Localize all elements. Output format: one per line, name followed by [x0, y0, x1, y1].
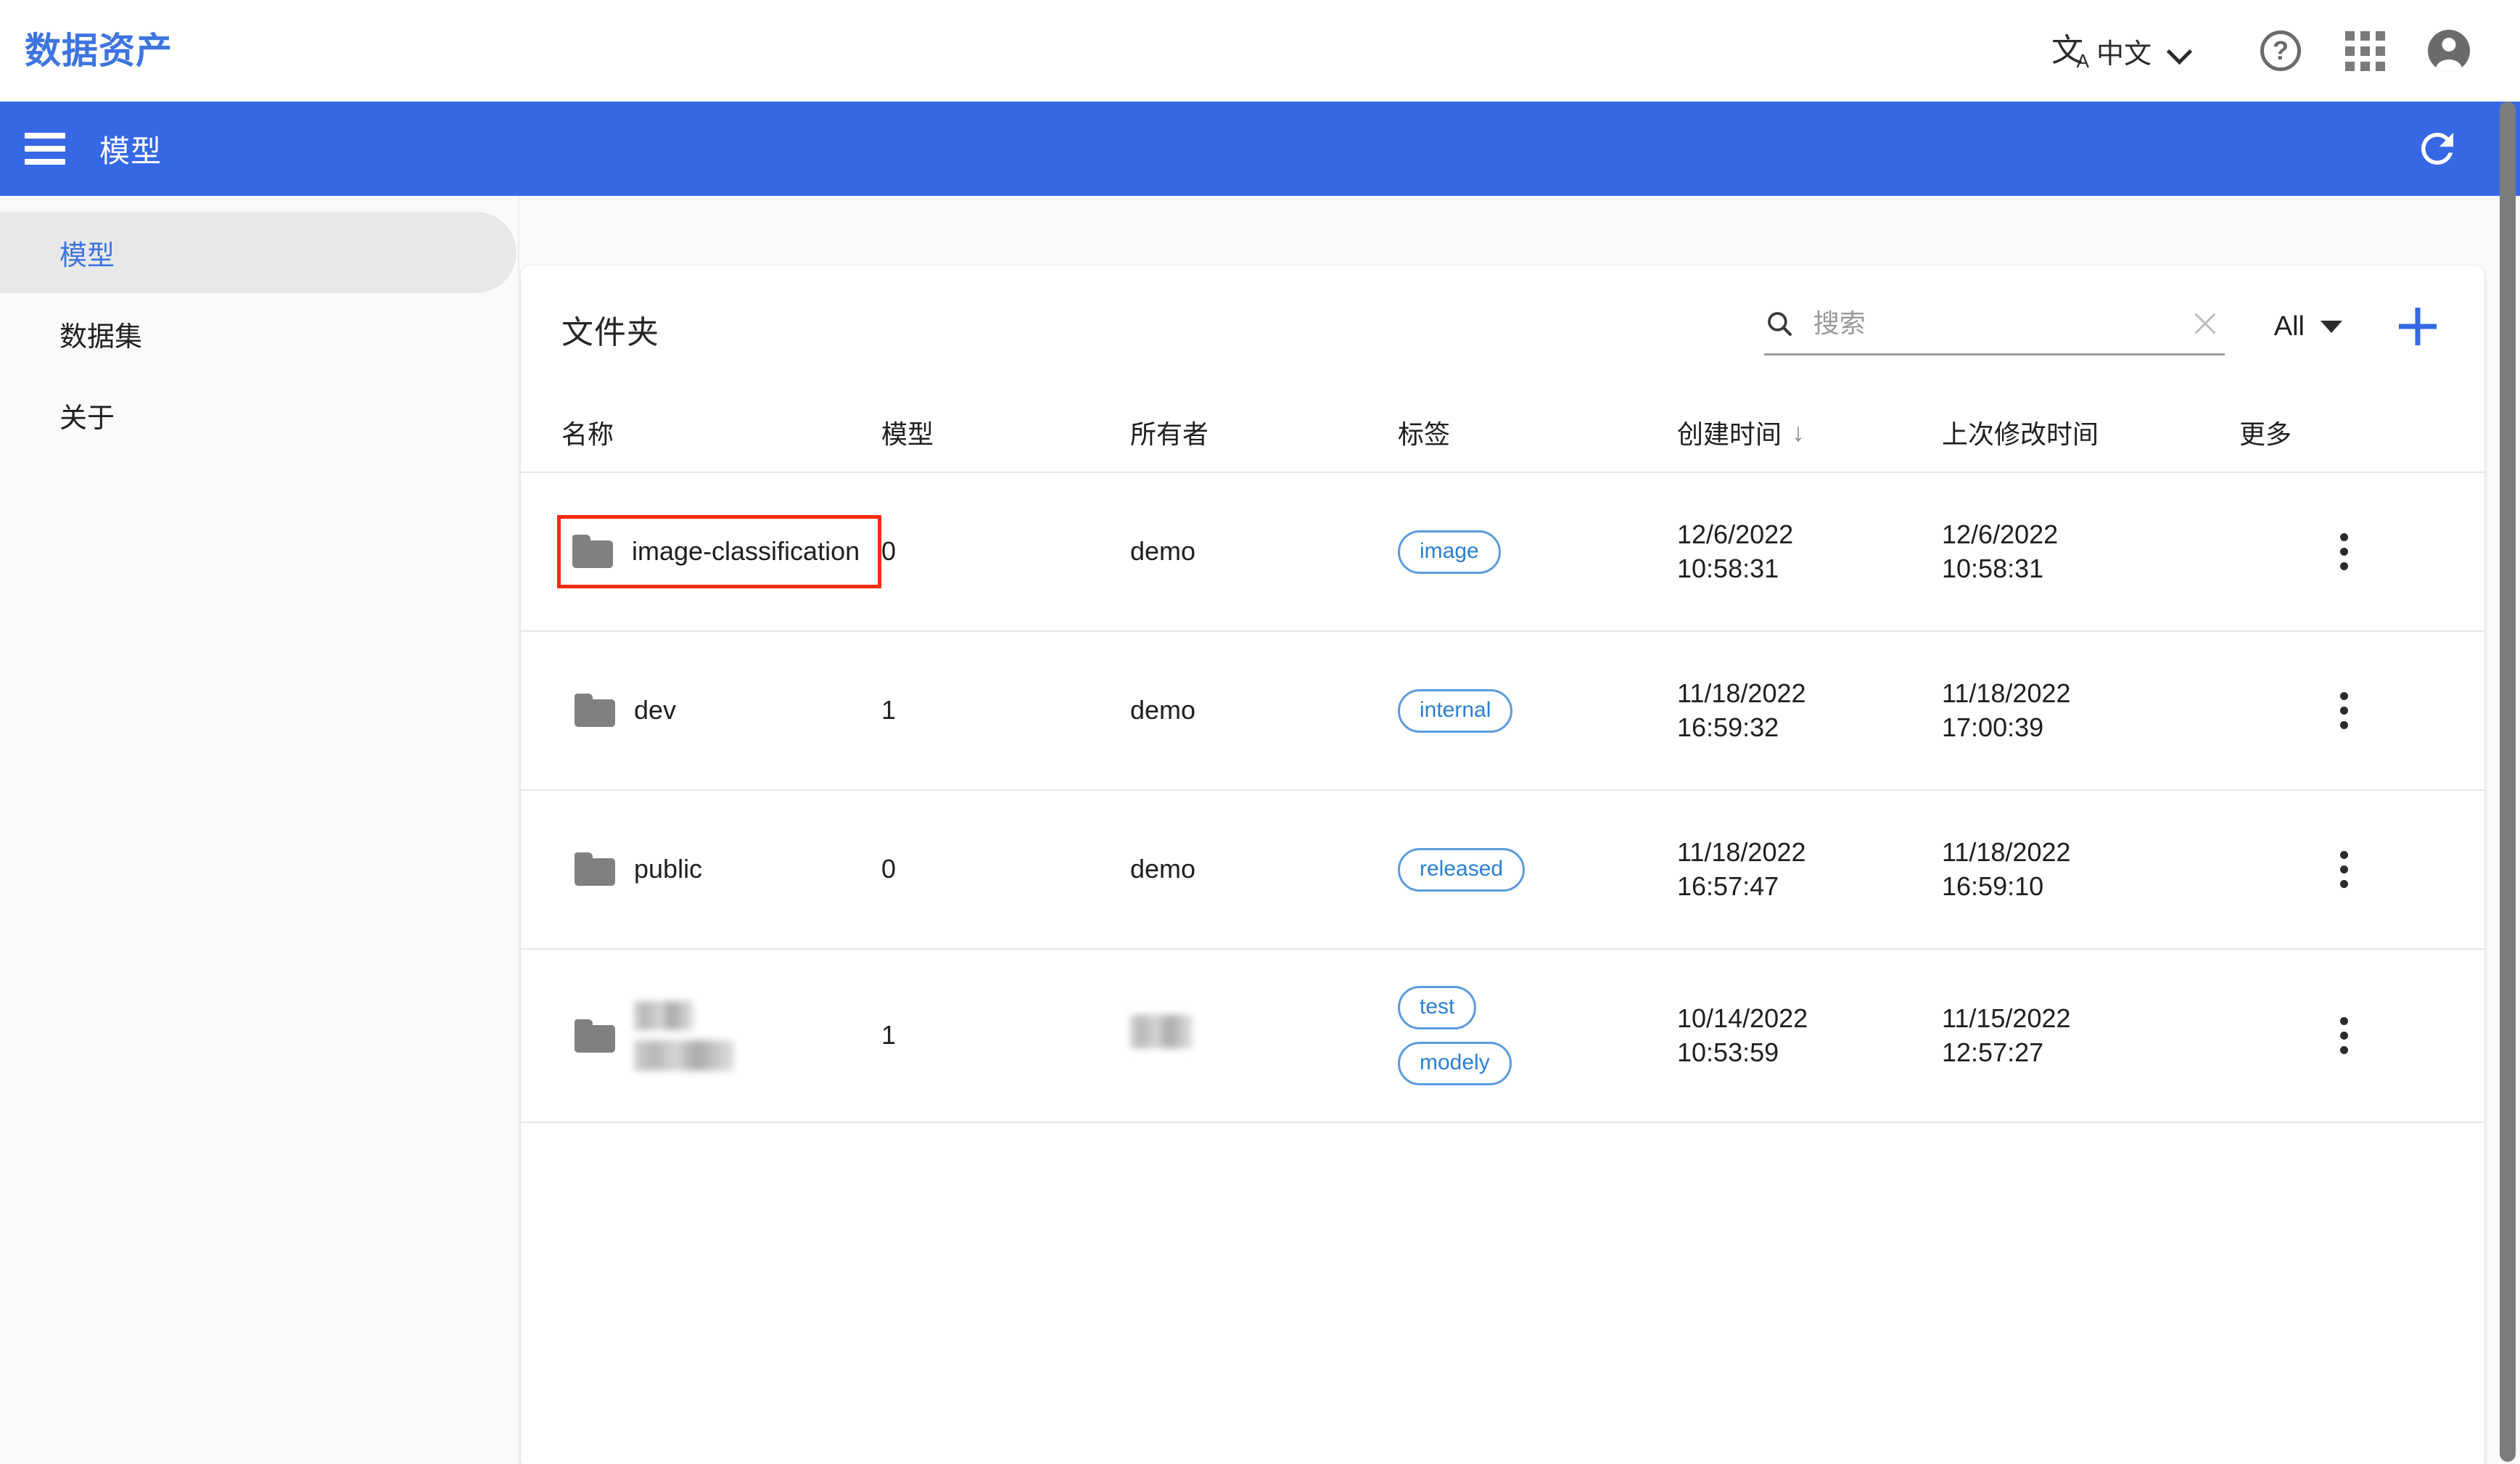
- sidebar-item-datasets[interactable]: 数据集: [0, 293, 518, 374]
- tag-chip[interactable]: image: [1398, 530, 1501, 574]
- folder-icon: [575, 852, 615, 887]
- sidebar-item-label: 模型: [59, 240, 115, 271]
- tag-chip[interactable]: internal: [1398, 688, 1513, 733]
- help-button[interactable]: ?: [2247, 17, 2314, 84]
- card-toolbar: All: [1763, 303, 2444, 355]
- sidebar-item-models[interactable]: 模型: [0, 212, 516, 293]
- triangle-down-icon: [2321, 321, 2342, 333]
- apps-button[interactable]: [2331, 17, 2398, 84]
- translate-icon: 文A: [2051, 33, 2089, 73]
- folders-card: 文件夹 All: [521, 266, 2484, 1464]
- redacted-folder-name: [634, 998, 734, 1074]
- folder-icon: [572, 535, 613, 569]
- card-header: 文件夹 All: [521, 266, 2484, 393]
- nav-bar: 模型: [0, 102, 2520, 196]
- filter-label: All: [2273, 311, 2305, 342]
- app-root: 数据资产 文A 中文 ? 模型 模型 数据集 关于 文件夹 搜索 All 名称 …: [0, 0, 2520, 1464]
- apps-grid-icon: [2344, 30, 2385, 71]
- column-header-name[interactable]: 名称: [561, 414, 881, 451]
- add-folder-button[interactable]: [2395, 303, 2441, 350]
- created-time-cell: 11/18/2022 16:57:47: [1677, 837, 1806, 901]
- column-header-models[interactable]: 模型: [881, 414, 1130, 451]
- tags-cell: internal: [1398, 676, 1677, 746]
- folder-icon: [575, 1019, 615, 1053]
- hamburger-menu-icon[interactable]: [25, 133, 65, 165]
- sidebar-item-about[interactable]: 关于: [0, 374, 518, 456]
- created-time-cell: 12/6/2022 10:58:31: [1677, 519, 1794, 583]
- top-bar: 数据资产 文A 中文 ?: [0, 0, 2520, 102]
- filter-dropdown[interactable]: All: [2274, 311, 2342, 355]
- models-count: 0: [881, 536, 897, 567]
- kebab-menu-icon[interactable]: [2321, 1013, 2367, 1059]
- folder-name: dev: [634, 695, 677, 725]
- vertical-scrollbar[interactable]: [2500, 102, 2516, 1462]
- kebab-menu-icon[interactable]: [2321, 688, 2367, 734]
- table-row[interactable]: dev 1 demo internal 11/18/2022 16:59:32 …: [521, 632, 2484, 791]
- tags-cell: image: [1398, 517, 1677, 587]
- modified-time-cell: 11/18/2022 16:59:10: [1942, 837, 2071, 901]
- modified-time-cell: 11/18/2022 17:00:39: [1942, 678, 2071, 742]
- column-header-modified[interactable]: 上次修改时间: [1942, 414, 2239, 451]
- modified-time-cell: 12/6/2022 10:58:31: [1942, 519, 2059, 583]
- nav-title: 模型: [99, 133, 162, 168]
- owner-name: demo: [1130, 536, 1196, 567]
- help-circle-icon: ?: [2260, 30, 2301, 71]
- table-row[interactable]: public 0 demo released 11/18/2022 16:57:…: [521, 791, 2484, 950]
- redacted-owner: [1130, 1014, 1398, 1056]
- search-field[interactable]: [1763, 304, 2225, 355]
- sort-descending-icon: ↓: [1792, 417, 1805, 447]
- table-row[interactable]: 1 test modely 10/14/2022 10:53:59 11/15/…: [521, 950, 2484, 1123]
- owner-name: demo: [1130, 695, 1196, 725]
- folder-icon: [575, 694, 615, 728]
- created-time-cell: 11/18/2022 16:59:32: [1677, 678, 1806, 742]
- sidebar-item-label: 关于: [59, 403, 115, 434]
- language-selector[interactable]: 文A 中文: [2047, 30, 2192, 73]
- tags-cell: test modely: [1398, 973, 1677, 1098]
- row-more-cell: [2239, 688, 2484, 734]
- folder-name-cell-highlighted[interactable]: image-classification: [557, 515, 881, 588]
- folder-name-cell[interactable]: [561, 981, 881, 1091]
- kebab-menu-icon[interactable]: [2321, 529, 2367, 575]
- models-count: 1: [881, 1020, 897, 1050]
- models-count: 0: [881, 854, 897, 884]
- owner-name: demo: [1130, 854, 1196, 884]
- table-header-row: 名称 模型 所有者 标签 创建时间 ↓ 上次修改时间 更多: [521, 393, 2484, 473]
- table-row[interactable]: image-classification 0 demo image 12/6/2…: [521, 473, 2484, 632]
- kebab-menu-icon[interactable]: [2321, 847, 2367, 893]
- folder-name-cell[interactable]: dev: [561, 676, 881, 744]
- column-header-created[interactable]: 创建时间 ↓: [1677, 414, 1942, 451]
- column-header-owner[interactable]: 所有者: [1130, 414, 1398, 451]
- folder-name: public: [634, 854, 703, 884]
- tags-cell: released: [1398, 835, 1677, 905]
- tag-chip[interactable]: modely: [1398, 1042, 1512, 1085]
- tag-chip[interactable]: released: [1398, 847, 1525, 892]
- column-header-tags[interactable]: 标签: [1398, 414, 1677, 451]
- row-more-cell: [2239, 847, 2484, 893]
- folders-table: 名称 模型 所有者 标签 创建时间 ↓ 上次修改时间 更多 image-clas…: [521, 393, 2484, 1123]
- page-title: 数据资产: [25, 30, 173, 71]
- chevron-down-icon: [2167, 38, 2192, 63]
- folder-name-cell[interactable]: public: [561, 835, 881, 903]
- account-button[interactable]: [2416, 17, 2482, 84]
- column-header-more: 更多: [2239, 419, 2292, 449]
- clear-x-icon[interactable]: [2186, 304, 2225, 343]
- row-more-cell: [2239, 1013, 2484, 1059]
- tag-chip[interactable]: test: [1398, 986, 1477, 1029]
- card-title: 文件夹: [561, 315, 659, 350]
- main-content: 文件夹 All: [521, 196, 2520, 1464]
- created-time-cell: 10/14/2022 10:53:59: [1677, 1003, 1808, 1067]
- sidebar-item-label: 数据集: [59, 321, 143, 353]
- models-count: 1: [881, 695, 897, 725]
- search-icon: [1768, 311, 1792, 336]
- folder-name: image-classification: [632, 536, 860, 567]
- refresh-icon: [2421, 132, 2453, 165]
- sidebar: 模型 数据集 关于: [0, 196, 519, 1464]
- account-circle-icon: [2428, 30, 2470, 72]
- top-bar-actions: 文A 中文 ?: [2047, 17, 2482, 84]
- row-more-cell: [2239, 529, 2484, 575]
- modified-time-cell: 11/15/2022 12:57:27: [1942, 1003, 2071, 1067]
- search-input[interactable]: [1813, 308, 2186, 339]
- refresh-button[interactable]: [2408, 120, 2466, 178]
- language-label: 中文: [2096, 38, 2152, 70]
